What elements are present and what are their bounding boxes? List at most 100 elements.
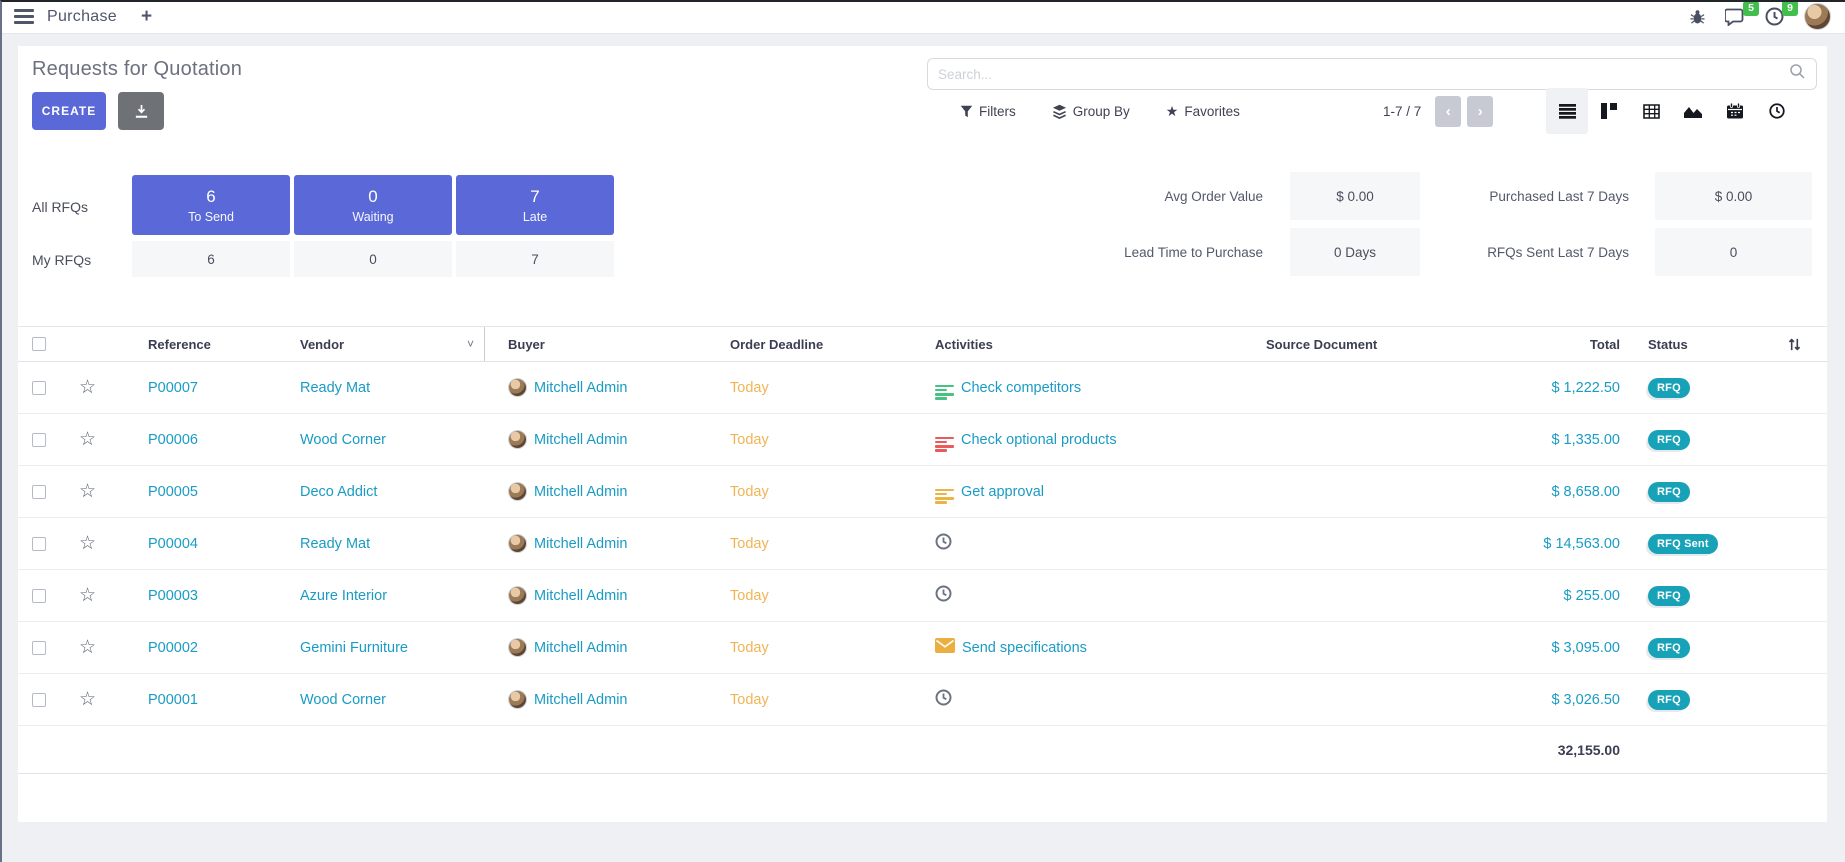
rfq-card-to-send[interactable]: 6To Send — [132, 175, 290, 235]
activity-list-icon[interactable] — [935, 385, 954, 400]
favorite-star-icon[interactable]: ☆ — [79, 534, 96, 553]
bug-icon[interactable] — [1690, 9, 1705, 25]
vendor-link[interactable]: Ready Mat — [300, 380, 370, 396]
kpi-lead-time-label: Lead Time to Purchase — [1063, 245, 1263, 260]
buyer-link[interactable]: Mitchell Admin — [534, 484, 627, 500]
vendor-link[interactable]: Deco Addict — [300, 484, 377, 500]
row-checkbox[interactable] — [32, 381, 46, 395]
my-rfq-to-send[interactable]: 6 — [132, 241, 290, 277]
reference-link[interactable]: P00001 — [148, 692, 198, 708]
rfq-card-waiting[interactable]: 0Waiting — [294, 175, 452, 235]
activity-label[interactable]: Send specifications — [962, 640, 1087, 656]
view-list-button[interactable] — [1546, 88, 1588, 134]
row-checkbox[interactable] — [32, 537, 46, 551]
toggle-columns-button[interactable] — [1738, 327, 1827, 361]
activities-icon[interactable]: 9 — [1765, 7, 1784, 26]
buyer-link[interactable]: Mitchell Admin — [534, 588, 627, 604]
reference-link[interactable]: P00007 — [148, 380, 198, 396]
view-pivot-button[interactable] — [1630, 88, 1672, 134]
reference-link[interactable]: P00006 — [148, 432, 198, 448]
activity-clock-icon[interactable] — [935, 689, 952, 706]
vendor-link[interactable]: Ready Mat — [300, 536, 370, 552]
view-calendar-button[interactable] — [1714, 88, 1756, 134]
new-tab-button[interactable]: + — [141, 7, 152, 26]
reference-link[interactable]: P00005 — [148, 484, 198, 500]
search-input[interactable] — [938, 67, 1789, 82]
my-rfq-late[interactable]: 7 — [456, 241, 614, 277]
create-button[interactable]: CREATE — [32, 92, 106, 130]
view-graph-button[interactable] — [1672, 88, 1714, 134]
my-rfq-waiting[interactable]: 0 — [294, 241, 452, 277]
activity-label[interactable]: Get approval — [961, 484, 1044, 500]
column-header-status[interactable]: Status — [1648, 327, 1738, 361]
view-activity-button[interactable] — [1756, 88, 1798, 134]
activity-icon-slot — [935, 533, 952, 554]
activity-label[interactable]: Check competitors — [961, 380, 1081, 396]
column-header-buyer[interactable]: Buyer — [485, 327, 725, 361]
filters-button[interactable]: Filters — [960, 104, 1016, 119]
reference-link[interactable]: P00002 — [148, 640, 198, 656]
vendor-link[interactable]: Wood Corner — [300, 692, 386, 708]
adjust-columns-icon — [1787, 337, 1802, 352]
activity-envelope-icon[interactable] — [935, 638, 955, 653]
select-all-checkbox[interactable] — [32, 337, 46, 351]
reference-link[interactable]: P00004 — [148, 536, 198, 552]
column-header-reference[interactable]: Reference — [115, 327, 290, 361]
row-checkbox[interactable] — [32, 485, 46, 499]
activity-list-icon[interactable] — [935, 489, 954, 504]
activity-clock-icon[interactable] — [935, 533, 952, 550]
buyer-link[interactable]: Mitchell Admin — [534, 692, 627, 708]
favorite-star-icon[interactable]: ☆ — [79, 690, 96, 709]
search-icon[interactable] — [1789, 63, 1806, 85]
row-checkbox[interactable] — [32, 641, 46, 655]
vendor-link[interactable]: Wood Corner — [300, 432, 386, 448]
favorite-star-icon[interactable]: ☆ — [79, 378, 96, 397]
favorite-star-icon[interactable]: ☆ — [79, 430, 96, 449]
user-avatar[interactable] — [1804, 3, 1831, 30]
favorite-star-icon[interactable]: ☆ — [79, 586, 96, 605]
reference-link[interactable]: P00003 — [148, 588, 198, 604]
column-header-source-document[interactable]: Source Document — [1266, 327, 1508, 361]
table-row[interactable]: ☆ P00005 Deco Addict Mitchell Admin Toda… — [18, 466, 1827, 518]
row-checkbox[interactable] — [32, 589, 46, 603]
table-row[interactable]: ☆ P00007 Ready Mat Mitchell Admin Today … — [18, 362, 1827, 414]
view-kanban-button[interactable] — [1588, 88, 1630, 134]
buyer-link[interactable]: Mitchell Admin — [534, 432, 627, 448]
column-header-total[interactable]: Total — [1508, 327, 1648, 361]
layers-icon — [1052, 104, 1067, 119]
vendor-link[interactable]: Gemini Furniture — [300, 640, 408, 656]
table-row[interactable]: ☆ P00004 Ready Mat Mitchell Admin Today … — [18, 518, 1827, 570]
rfq-card-late[interactable]: 7Late — [456, 175, 614, 235]
column-header-vendor[interactable]: Vendor˅ — [290, 327, 485, 361]
table-row[interactable]: ☆ P00003 Azure Interior Mitchell Admin T… — [18, 570, 1827, 622]
favorites-button[interactable]: ★ Favorites — [1166, 104, 1240, 119]
export-button[interactable] — [118, 92, 164, 130]
kpi-rfqs-sent: 0 — [1655, 228, 1812, 276]
list-view-icon — [1559, 104, 1576, 119]
row-checkbox[interactable] — [32, 693, 46, 707]
activity-list-icon[interactable] — [935, 437, 954, 452]
app-name[interactable]: Purchase — [47, 8, 117, 26]
buyer-link[interactable]: Mitchell Admin — [534, 640, 627, 656]
column-header-order-deadline[interactable]: Order Deadline — [725, 327, 930, 361]
column-header-activities[interactable]: Activities — [930, 327, 1266, 361]
search-box[interactable] — [927, 58, 1817, 90]
activity-clock-icon[interactable] — [935, 585, 952, 602]
row-checkbox[interactable] — [32, 433, 46, 447]
apps-menu-icon[interactable] — [14, 9, 34, 24]
messages-badge: 5 — [1743, 1, 1759, 17]
buyer-link[interactable]: Mitchell Admin — [534, 380, 627, 396]
activity-label[interactable]: Check optional products — [961, 432, 1117, 448]
messages-icon[interactable]: 5 — [1725, 8, 1745, 26]
pager-next-button[interactable]: › — [1467, 96, 1493, 127]
my-rfqs-label: My RFQs — [32, 252, 91, 268]
favorite-star-icon[interactable]: ☆ — [79, 482, 96, 501]
table-row[interactable]: ☆ P00006 Wood Corner Mitchell Admin Toda… — [18, 414, 1827, 466]
table-row[interactable]: ☆ P00002 Gemini Furniture Mitchell Admin… — [18, 622, 1827, 674]
pager-prev-button[interactable]: ‹ — [1435, 96, 1461, 127]
favorite-star-icon[interactable]: ☆ — [79, 638, 96, 657]
table-row[interactable]: ☆ P00001 Wood Corner Mitchell Admin Toda… — [18, 674, 1827, 726]
vendor-link[interactable]: Azure Interior — [300, 588, 387, 604]
buyer-link[interactable]: Mitchell Admin — [534, 536, 627, 552]
group-by-button[interactable]: Group By — [1052, 104, 1130, 119]
